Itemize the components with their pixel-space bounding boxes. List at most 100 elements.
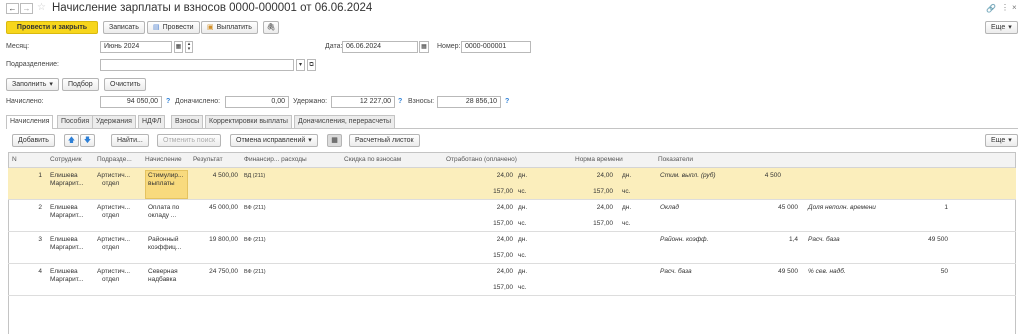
window-title: Начисление зарплаты и взносов 0000-00000… [52, 2, 373, 14]
withheld-help-icon[interactable]: ? [398, 97, 402, 107]
move-up-button[interactable]: 🡅 [64, 134, 79, 147]
col-employee[interactable]: Сотрудник [50, 155, 82, 165]
indicator-value-2: 1 [944, 204, 948, 211]
col-indicators[interactable]: Показатели [658, 155, 693, 165]
col-financing[interactable]: Финансир... расходы [244, 155, 307, 165]
date-field[interactable]: 06.06.2024 [342, 41, 418, 53]
tab-payment-adjustments[interactable]: Корректировки выплаты [205, 115, 292, 128]
indicator-value: 4 500 [764, 172, 781, 179]
cancel-fix-button[interactable]: Отмена исправлений ▾ [230, 134, 318, 147]
find-button[interactable]: Найти... [111, 134, 149, 147]
number-field[interactable]: 0000-000001 [461, 41, 531, 53]
month-field[interactable]: Июнь 2024 [100, 41, 172, 53]
withheld-label: Удержано: [293, 98, 328, 105]
worked-hours-unit: чс. [518, 220, 527, 227]
attach-button[interactable]: 🖇 [263, 21, 279, 34]
payslip-button[interactable]: Расчетный листок [349, 134, 420, 147]
save-label: Записать [109, 24, 139, 31]
arrow-up-icon: 🡅 [67, 137, 76, 144]
selection-button[interactable]: Подбор [62, 78, 99, 91]
grid-icon: ▦ [331, 137, 338, 144]
accrued-help-icon[interactable]: ? [166, 97, 170, 107]
col-accrual[interactable]: Начисление [145, 155, 182, 165]
month-stepper[interactable]: ▴ ▾ [185, 41, 193, 53]
number-label: Номер: [437, 43, 461, 50]
tab-recalculations[interactable]: Доначисления, перерасчеты [294, 115, 396, 128]
worked-hours: 157,00 [493, 284, 513, 291]
tab-accruals[interactable]: Начисления [6, 115, 54, 129]
menu-dots-icon[interactable]: ⋮ [1001, 3, 1009, 12]
back-button[interactable]: ← [6, 3, 19, 14]
norm-days: 24,00 [596, 204, 613, 211]
indicator-name-2: % сев. надб. [808, 268, 846, 275]
employee-name: Елишева [50, 172, 78, 179]
payslip-label: Расчетный листок [355, 137, 414, 144]
date-calendar-icon[interactable]: ▦ [419, 41, 429, 53]
cancel-search-button[interactable]: Отменить поиск [157, 134, 222, 147]
division-label: Подразделение: [6, 61, 59, 68]
norm-days: 24,00 [596, 172, 613, 179]
row-number: 1 [38, 172, 42, 179]
post-and-close-label: Провести и закрыть [16, 24, 88, 31]
tab-benefits[interactable]: Пособия [57, 115, 94, 128]
add-row-button[interactable]: Добавить [12, 134, 55, 147]
accrual-type-2: надбавка [148, 276, 177, 283]
employee-name: Елишева [50, 236, 78, 243]
link-icon[interactable]: 🔗 [986, 4, 996, 13]
chevron-down-icon: ▾ [1008, 137, 1012, 144]
employee-name-2: Маргарит... [50, 180, 84, 187]
tab-ndfl[interactable]: НДФЛ [138, 115, 166, 128]
worked-days: 24,00 [496, 204, 513, 211]
calendar-icon[interactable]: ▦ [174, 41, 183, 53]
table-row[interactable]: 4 Елишева Маргарит... Артистич... отдел … [8, 264, 1016, 296]
division-2: отдел [102, 212, 120, 219]
post-and-close-button[interactable]: Провести и закрыть [6, 21, 98, 34]
chevron-down-icon: ▾ [49, 81, 53, 88]
col-norm[interactable]: Норма времени [575, 155, 623, 165]
pay-button[interactable]: ▣ Выплатить [201, 21, 258, 34]
chevron-down-icon: ▾ [308, 137, 312, 144]
worked-days: 24,00 [496, 268, 513, 275]
financing: ВФ (211) [244, 269, 266, 275]
favorite-star-icon[interactable]: ☆ [37, 2, 46, 13]
table-more-button[interactable]: Еще ▾ [985, 134, 1018, 147]
post-button[interactable]: ▤ Провести [147, 21, 200, 34]
norm-hours-unit: чс. [622, 188, 631, 195]
col-division[interactable]: Подразде... [97, 155, 132, 165]
division-open-icon[interactable]: ⧉ [307, 59, 316, 71]
result-amount: 24 750,00 [209, 268, 238, 275]
employee-name: Елишева [50, 204, 78, 211]
col-result[interactable]: Результат [193, 155, 223, 165]
worked-hours-unit: чс. [518, 188, 527, 195]
col-discount[interactable]: Скидка по взносам [344, 155, 401, 165]
accrual-type-2: выплаты [148, 180, 175, 187]
division-field[interactable] [100, 59, 294, 71]
save-button[interactable]: Записать [103, 21, 145, 34]
move-down-button[interactable]: 🡇 [80, 134, 95, 147]
division-dropdown-icon[interactable]: ▾ [296, 59, 305, 71]
table-more-label: Еще [991, 137, 1006, 144]
worked-hours: 157,00 [493, 220, 513, 227]
table-row[interactable]: 1 Елишева Маргарит... Артистич... отдел … [8, 168, 1016, 200]
grid-toggle-button[interactable]: ▦ [327, 134, 342, 147]
post-icon: ▤ [153, 24, 160, 31]
financing: ВФ (211) [244, 205, 266, 211]
division: Артистич... [97, 268, 131, 275]
table-row[interactable]: 2 Елишева Маргарит... Артистич... отдел … [8, 200, 1016, 232]
col-worked[interactable]: Отработано (оплачено) [446, 155, 517, 165]
clear-button[interactable]: Очистить [104, 78, 147, 91]
worked-hours: 157,00 [493, 252, 513, 259]
division: Артистич... [97, 204, 131, 211]
more-button[interactable]: Еще ▾ [985, 21, 1018, 34]
paperclip-icon: 🖇 [266, 24, 276, 31]
fill-button[interactable]: Заполнить ▾ [6, 78, 59, 91]
tab-deductions[interactable]: Удержания [92, 115, 136, 128]
table-row[interactable]: 3 Елишева Маргарит... Артистич... отдел … [8, 232, 1016, 264]
contrib-help-icon[interactable]: ? [505, 97, 509, 107]
tab-contributions[interactable]: Взносы [171, 115, 204, 128]
worked-days-unit: дн. [518, 204, 528, 211]
financing: ВД (211) [244, 173, 266, 179]
forward-button[interactable]: → [20, 3, 33, 14]
col-n[interactable]: N [12, 155, 17, 165]
close-icon[interactable]: × [1012, 3, 1017, 12]
